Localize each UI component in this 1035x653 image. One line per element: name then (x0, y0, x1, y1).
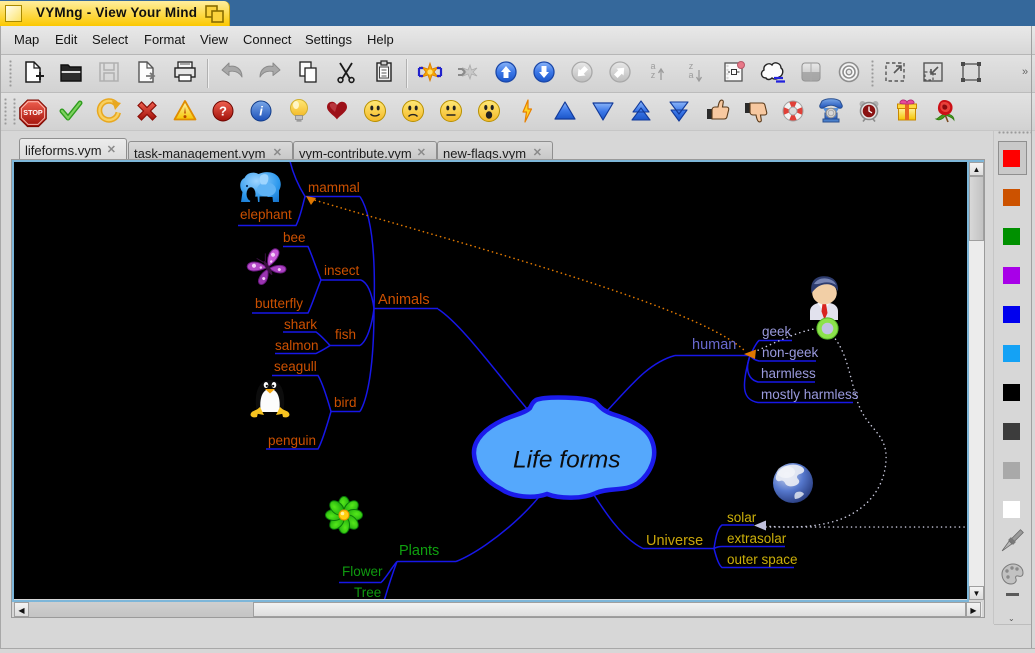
svg-text:i: i (259, 104, 263, 119)
svg-text:Flower: Flower (342, 564, 383, 579)
svg-text:penguin: penguin (268, 433, 316, 448)
svg-text:shark: shark (284, 317, 317, 332)
svg-text:solar: solar (727, 510, 757, 525)
svg-text:mammal: mammal (308, 180, 360, 195)
svg-text:⌄: ⌄ (1008, 614, 1015, 623)
svg-text:elephant: elephant (240, 207, 292, 222)
svg-text:»: » (1022, 66, 1028, 78)
svg-text:Plants: Plants (399, 543, 439, 559)
svg-text:z: z (651, 70, 656, 80)
svg-text:insect: insect (324, 263, 360, 278)
svg-text:non-geek: non-geek (762, 345, 819, 360)
svg-text:seagull: seagull (274, 359, 317, 374)
svg-text:butterfly: butterfly (255, 296, 303, 311)
svg-text:Life forms: Life forms (513, 447, 621, 474)
svg-text:outer space: outer space (727, 552, 798, 567)
svg-text:Tree: Tree (354, 585, 381, 599)
svg-text:extrasolar: extrasolar (727, 531, 787, 546)
svg-text:mostly harmless: mostly harmless (761, 387, 859, 402)
svg-text:human: human (692, 337, 736, 353)
svg-text:fish: fish (335, 327, 356, 342)
svg-text:harmless: harmless (761, 366, 816, 381)
svg-text:salmon: salmon (275, 338, 319, 353)
svg-text:STOP: STOP (23, 108, 43, 117)
svg-text:a: a (688, 70, 693, 80)
svg-text:bee: bee (283, 230, 306, 245)
svg-text:Universe: Universe (646, 533, 703, 549)
svg-text:Animals: Animals (378, 292, 430, 308)
svg-text:geek: geek (762, 324, 792, 339)
svg-text:bird: bird (334, 395, 357, 410)
svg-text:?: ? (219, 104, 227, 119)
